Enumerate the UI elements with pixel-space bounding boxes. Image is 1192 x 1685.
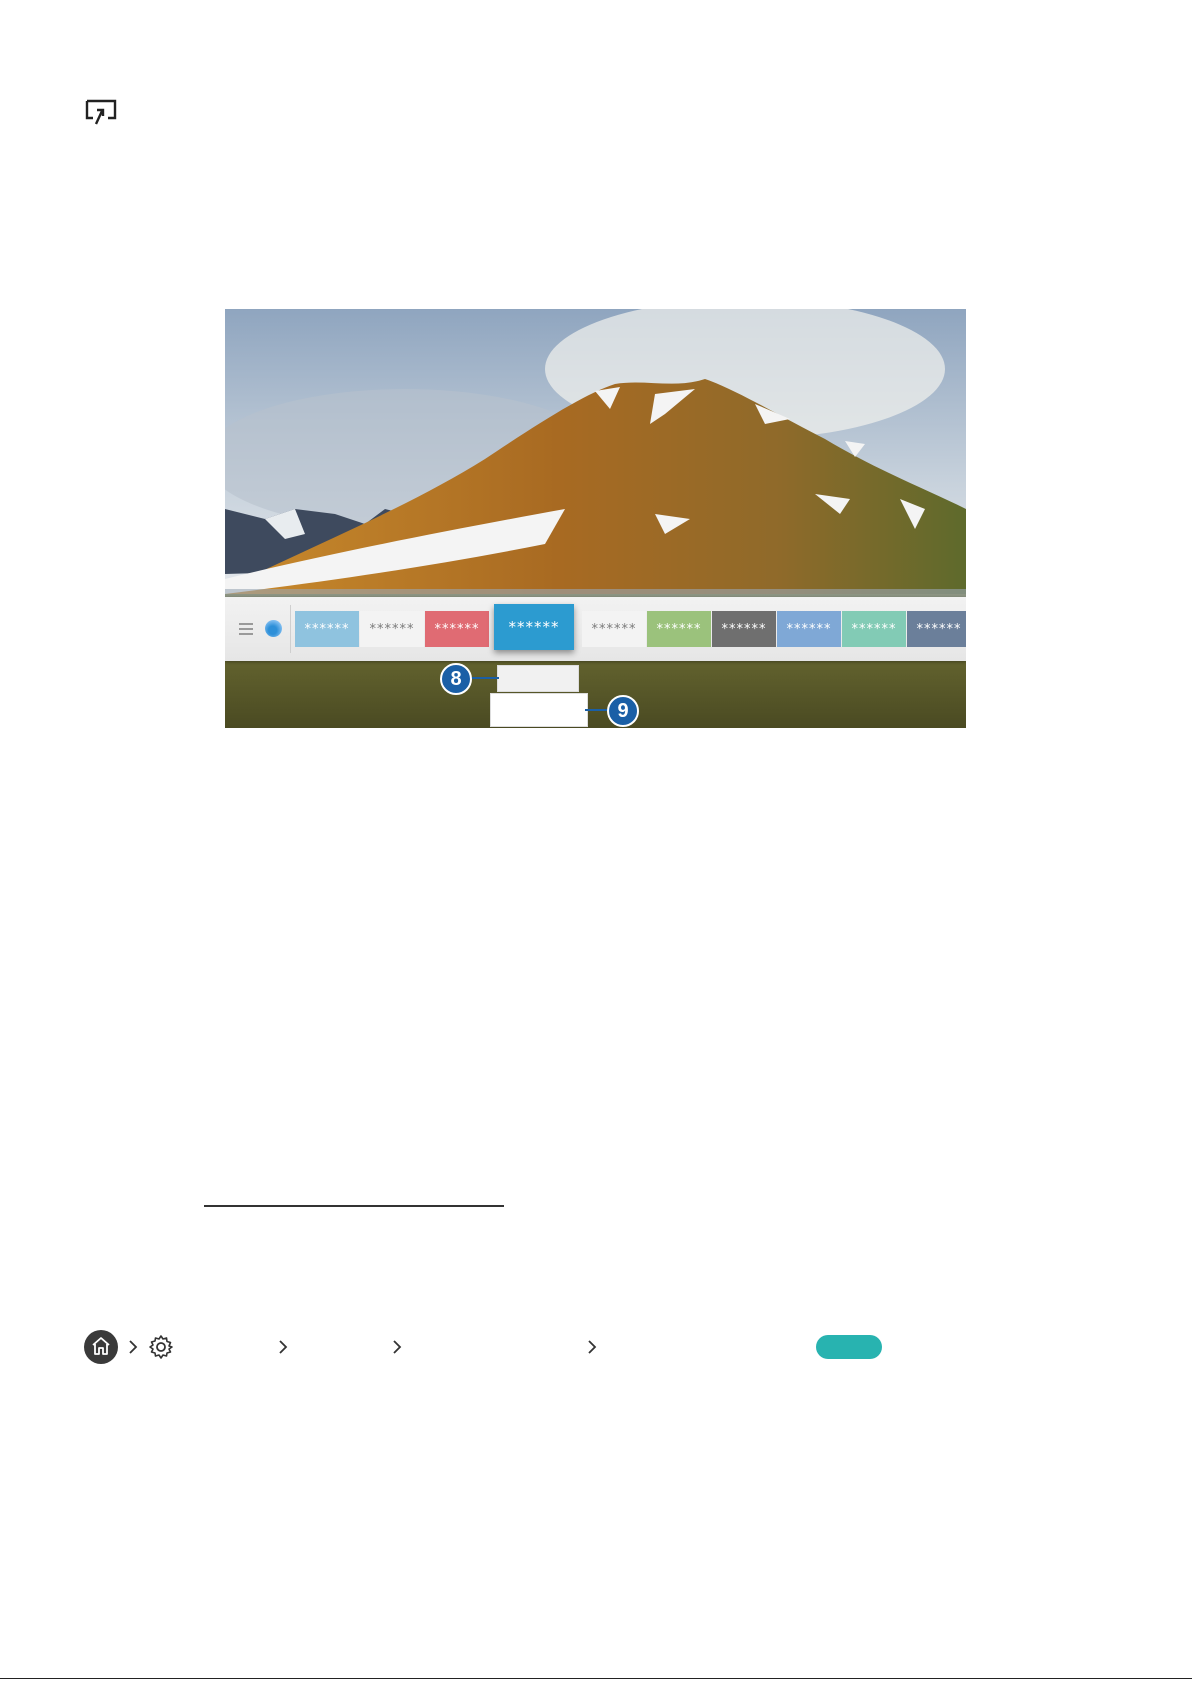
source-icon[interactable]: [265, 620, 282, 637]
app-tile[interactable]: ******: [777, 611, 841, 647]
app-tile[interactable]: ******: [842, 611, 906, 647]
app-tile[interactable]: ******: [907, 611, 966, 647]
callout-8-leader: [471, 677, 499, 679]
section-divider-line: [204, 1205, 504, 1207]
mountain-landscape-image: [225, 309, 966, 728]
try-now-button[interactable]: [816, 1335, 882, 1359]
screen-mirror-icon: [85, 99, 117, 125]
app-tile-focused[interactable]: ******: [494, 604, 574, 650]
app-tile[interactable]: ******: [582, 611, 646, 647]
app-tile[interactable]: ******: [647, 611, 711, 647]
chevron-right-icon: [588, 1340, 597, 1354]
tv-home-screen-image: ****** ****** ****** ****** ****** ****** ****…: [225, 309, 966, 728]
callout-8-label-box: [497, 665, 579, 692]
callout-9-leader: [585, 709, 609, 711]
smart-hub-bar: ****** ****** ****** ****** ****** ****** ****…: [225, 597, 966, 661]
app-tile[interactable]: ******: [712, 611, 776, 647]
app-tile[interactable]: ******: [425, 611, 489, 647]
home-icon: [84, 1330, 118, 1364]
callout-9-badge: 9: [607, 695, 639, 727]
divider: [290, 605, 291, 653]
app-tile[interactable]: ******: [295, 611, 359, 647]
gear-icon: [149, 1335, 173, 1359]
app-tile[interactable]: ******: [360, 611, 424, 647]
settings-breadcrumb: [84, 1330, 984, 1364]
callout-9-label-box: [490, 693, 588, 727]
callout-8-badge: 8: [440, 663, 472, 695]
chevron-right-icon: [279, 1340, 288, 1354]
chevron-right-icon: [129, 1340, 138, 1354]
menu-icon[interactable]: [239, 623, 253, 635]
footer-rule: [0, 1678, 1192, 1679]
chevron-right-icon: [393, 1340, 402, 1354]
